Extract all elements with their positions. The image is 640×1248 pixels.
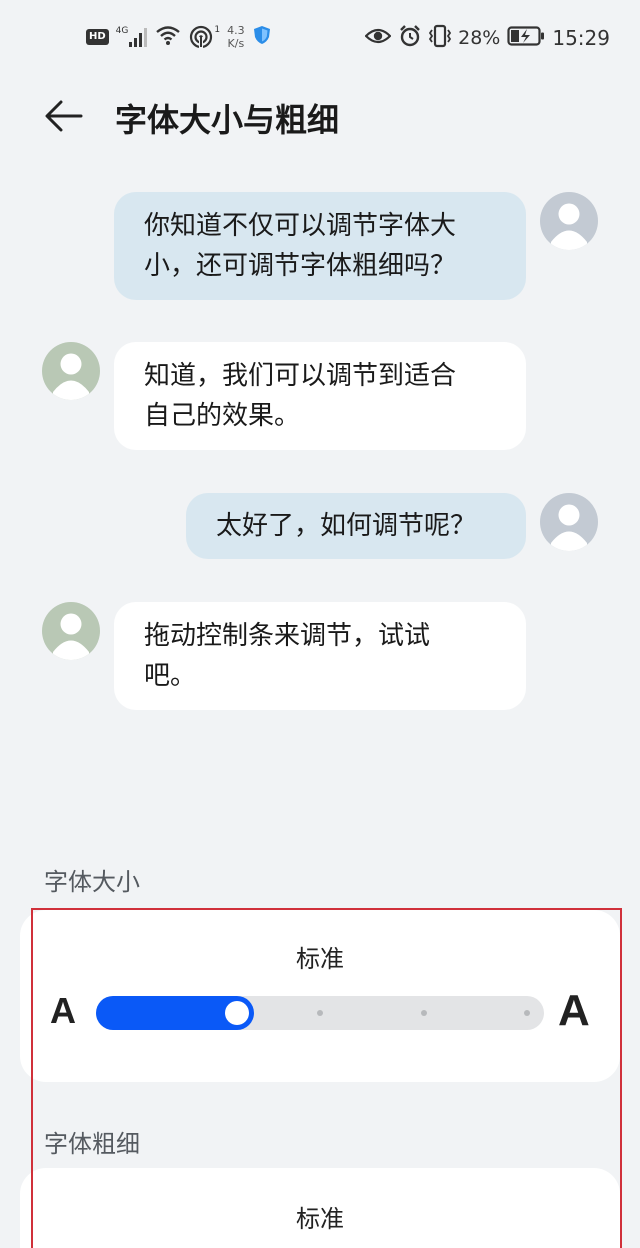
message-line: 吧。	[144, 661, 197, 691]
message-line: 你知道不仅可以调节字体大	[144, 211, 457, 241]
chat-bubble-outgoing: 太好了，如何调节呢？	[186, 493, 526, 559]
avatar	[42, 342, 100, 400]
battery-percent: 28%	[458, 27, 501, 49]
arrow-left-icon[interactable]	[44, 98, 84, 134]
net-speed: 4.3 K/s	[227, 24, 245, 50]
slider-tick	[524, 1010, 530, 1016]
slider-thumb[interactable]	[224, 1001, 249, 1025]
font-weight-section-label: 字体粗细	[44, 1130, 140, 1158]
eye-icon	[364, 26, 392, 50]
user-icon	[551, 504, 587, 551]
clock-time: 15:29	[552, 26, 610, 50]
font-settings-page: HD 4G 1 4.3 K/s 28% 15:29 字体大小与粗细 你知道不仅可…	[0, 0, 640, 1248]
slider-tick	[317, 1010, 323, 1016]
battery-charging-icon	[507, 25, 545, 51]
font-size-card: 标准 A A	[20, 910, 620, 1082]
font-size-value-label: 标准	[296, 945, 344, 973]
slider-tick	[420, 1010, 427, 1016]
font-weight-card: 标准	[20, 1168, 620, 1248]
network-type: 4G	[115, 26, 129, 36]
user-icon	[53, 613, 89, 660]
chat-bubble-incoming: 知道，我们可以调节到适合 自己的效果。	[114, 342, 526, 450]
hotspot-icon: 1	[188, 25, 220, 49]
shield-icon	[252, 24, 272, 50]
alarm-icon	[398, 24, 422, 52]
font-size-section-label: 字体大小	[44, 868, 140, 896]
status-bar: HD 4G 1 4.3 K/s 28% 15:29	[0, 22, 640, 60]
hd-badge: HD	[86, 29, 109, 45]
font-weight-value-label: 标准	[296, 1205, 344, 1233]
small-a-label: A	[50, 990, 76, 1031]
app-header: 字体大小与粗细	[0, 90, 640, 146]
vibrate-icon	[429, 24, 452, 52]
status-bar-right: 28% 15:29	[364, 24, 610, 52]
avatar	[540, 192, 598, 250]
net-speed-value: 4.3	[227, 24, 245, 37]
message-line: 太好了，如何调节呢？	[216, 511, 477, 541]
net-speed-unit: K/s	[227, 37, 245, 50]
chat-bubble-incoming: 拖动控制条来调节，试试 吧。	[114, 602, 526, 710]
signal-icon: 4G	[116, 26, 149, 48]
message-line: 拖动控制条来调节，试试	[144, 621, 431, 651]
message-line: 小，还可调节字体粗细吗？	[144, 251, 457, 281]
message-line: 知道，我们可以调节到适合	[144, 361, 457, 391]
status-bar-left: HD 4G 1 4.3 K/s	[86, 24, 272, 50]
avatar	[42, 602, 100, 660]
page-title: 字体大小与粗细	[115, 101, 340, 139]
message-line: 自己的效果。	[144, 401, 301, 431]
hotspot-count: 1	[214, 25, 221, 35]
user-icon	[551, 203, 587, 250]
large-a-label: A	[558, 986, 590, 1035]
font-size-slider[interactable]	[96, 996, 544, 1030]
user-icon	[53, 353, 89, 400]
avatar	[540, 493, 598, 551]
wifi-icon	[155, 24, 181, 50]
chat-bubble-outgoing: 你知道不仅可以调节字体大 小，还可调节字体粗细吗？	[114, 192, 526, 300]
